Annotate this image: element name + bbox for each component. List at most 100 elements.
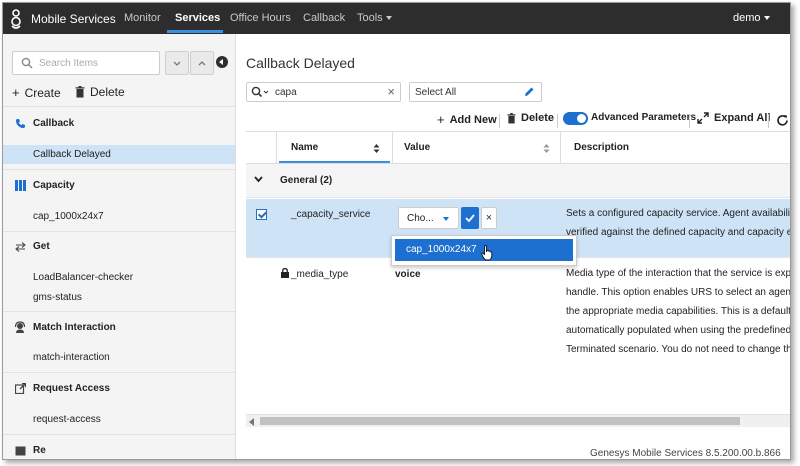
scrollbar-thumb[interactable] — [260, 417, 740, 425]
description-line: automatically populated when using the p… — [566, 325, 791, 336]
value-select[interactable]: Cho... — [398, 207, 459, 229]
search-icon — [21, 57, 33, 69]
sidebar-prev-button[interactable] — [190, 51, 214, 75]
sidebar-item-cap-1000x24x7[interactable]: cap_1000x24x7 — [33, 211, 104, 222]
scroll-left-icon[interactable] — [249, 418, 254, 426]
sidebar-search[interactable] — [12, 51, 160, 75]
chevron-down-icon — [443, 217, 449, 221]
sidebar-item-callback-delayed[interactable]: Callback Delayed — [3, 145, 235, 164]
chevron-down-icon — [385, 16, 392, 21]
param-name: _media_type — [291, 269, 349, 280]
create-button[interactable]: + Create — [12, 85, 61, 100]
select-all-field[interactable]: Select All — [409, 82, 542, 102]
column-header-name[interactable]: Name — [291, 132, 318, 164]
horizontal-scrollbar[interactable] — [246, 414, 790, 427]
description-line: handle. This option enables URS to selec… — [566, 287, 791, 298]
calendar-icon — [13, 445, 27, 456]
confirm-button[interactable] — [461, 207, 479, 229]
divider — [3, 372, 235, 373]
advanced-parameters-label: Advanced Parameters — [591, 112, 697, 123]
nav-monitor[interactable]: Monitor — [124, 12, 161, 24]
category-callback[interactable]: Callback — [13, 118, 74, 129]
filter-value[interactable]: capa — [275, 87, 297, 98]
agent-headset-icon — [13, 321, 27, 333]
category-label: Re — [33, 445, 46, 456]
divider — [3, 231, 235, 232]
sidebar-item-gms-status[interactable]: gms-status — [33, 292, 82, 303]
expand-all-button[interactable]: Expand All — [697, 112, 770, 124]
category-partial[interactable]: Re — [13, 445, 46, 456]
category-label: Request Access — [33, 383, 110, 394]
pencil-icon[interactable] — [524, 86, 535, 97]
group-row-general[interactable]: General (2) — [246, 164, 790, 198]
lock-icon — [281, 268, 289, 278]
expand-all-label: Expand All — [714, 112, 771, 124]
chevron-up-icon — [198, 61, 206, 66]
description-line: verified against the defined capacity an… — [566, 227, 791, 238]
delete-label: Delete — [90, 85, 125, 99]
sidebar-item-loadbalancer-checker[interactable]: LoadBalancer-checker — [33, 272, 133, 283]
sidebar-delete-button[interactable]: Delete — [75, 85, 125, 99]
category-label: Match Interaction — [33, 321, 116, 333]
add-new-button[interactable]: + Add New — [437, 112, 497, 127]
category-match-interaction[interactable]: Match Interaction — [13, 321, 116, 333]
chevron-down-icon — [763, 16, 770, 21]
parameter-filter[interactable]: capa × — [246, 82, 401, 102]
column-divider — [560, 132, 561, 164]
search-icon — [251, 86, 271, 101]
active-sort-indicator — [279, 161, 390, 163]
collapse-sidebar-icon[interactable] — [216, 56, 228, 68]
column-header-description[interactable]: Description — [574, 132, 629, 164]
table-row[interactable]: _media_type voice Media type of the inte… — [246, 259, 791, 369]
sidebar-next-button[interactable] — [165, 51, 189, 75]
nav-tools-label: Tools — [357, 12, 383, 24]
close-icon[interactable]: × — [387, 84, 395, 99]
nav-office-hours[interactable]: Office Hours — [230, 12, 291, 24]
sidebar-item-request-access[interactable]: request-access — [33, 414, 101, 425]
category-request-access[interactable]: Request Access — [13, 383, 110, 394]
phone-icon — [13, 118, 27, 129]
divider — [3, 434, 235, 435]
column-header-value[interactable]: Value — [404, 132, 430, 164]
sidebar-search-input[interactable] — [39, 56, 154, 70]
param-value[interactable]: voice — [395, 269, 421, 280]
group-title: General (2) — [280, 175, 333, 186]
divider — [3, 169, 235, 170]
category-capacity[interactable]: Capacity — [13, 180, 75, 191]
delete-button[interactable]: Delete — [507, 112, 554, 124]
page-title: Callback Delayed — [246, 55, 355, 71]
expand-icon — [697, 112, 709, 124]
create-label: Create — [24, 85, 61, 100]
nav-services[interactable]: Services — [175, 12, 220, 24]
add-new-label: Add New — [449, 113, 497, 126]
sort-icon[interactable] — [373, 144, 380, 153]
toolbar-divider — [689, 114, 690, 128]
category-get[interactable]: Get — [13, 241, 50, 252]
app-brand[interactable]: Mobile Services — [31, 12, 116, 26]
cancel-button[interactable]: × — [481, 207, 497, 229]
description-line: Media type of the interaction that the s… — [566, 268, 791, 279]
sidebar-item-match-interaction[interactable]: match-interaction — [33, 352, 110, 363]
check-icon — [465, 214, 475, 223]
user-menu[interactable]: demo — [733, 12, 770, 24]
top-navbar: Mobile Services Monitor Services Office … — [3, 3, 790, 34]
sidebar: + Create Delete Callback Callback Delaye… — [3, 34, 236, 459]
external-link-icon — [13, 383, 27, 394]
divider — [3, 311, 235, 312]
nav-callback[interactable]: Callback — [303, 12, 345, 24]
param-name: _capacity_service — [291, 209, 371, 220]
nav-tools[interactable]: Tools — [357, 12, 392, 24]
main-panel: Callback Delayed capa × Select All + Add… — [237, 34, 791, 459]
description-line: the appropriate media capabilities. This… — [566, 306, 791, 317]
delete-label: Delete — [521, 112, 555, 124]
refresh-icon[interactable] — [776, 114, 789, 127]
advanced-parameters-toggle[interactable] — [563, 112, 588, 125]
column-divider — [276, 132, 277, 164]
sort-icon[interactable] — [543, 144, 550, 153]
select-all-label: Select All — [415, 87, 457, 98]
chevron-down-icon[interactable] — [254, 176, 263, 183]
category-label: Capacity — [33, 180, 75, 191]
plus-icon: + — [437, 112, 445, 127]
trash-icon — [507, 112, 516, 123]
row-checkbox[interactable] — [256, 209, 267, 220]
